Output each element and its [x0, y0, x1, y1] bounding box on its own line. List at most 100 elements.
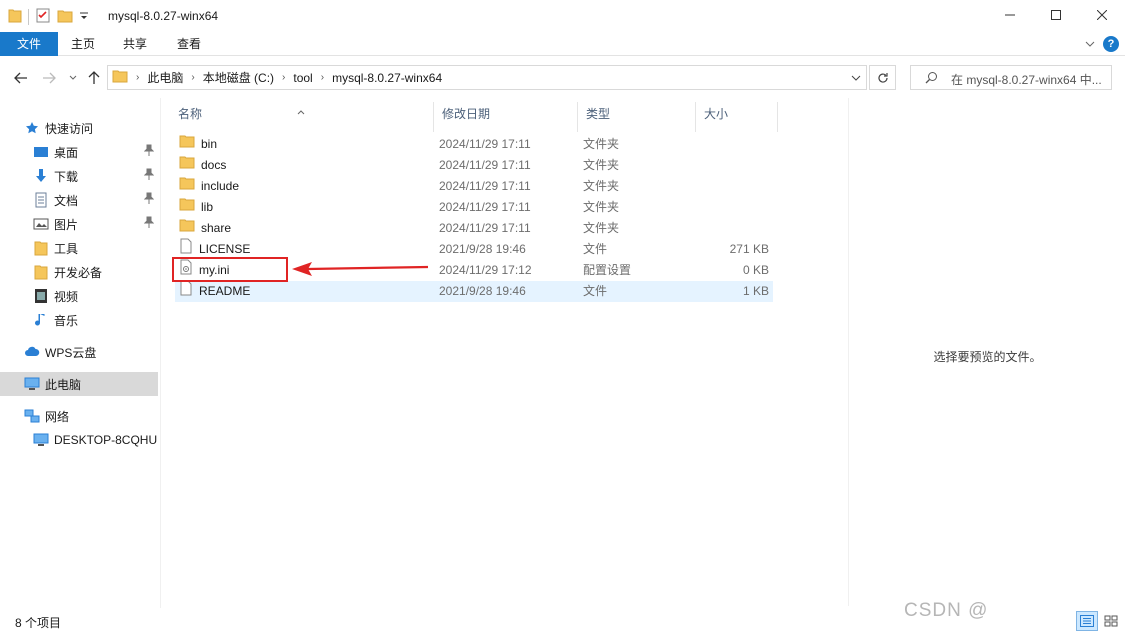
help-icon[interactable]: ? — [1103, 36, 1119, 52]
column-header-date[interactable]: 修改日期 — [434, 102, 578, 132]
properties-icon[interactable] — [35, 7, 51, 26]
nav-label: 音乐 — [54, 313, 79, 328]
table-row[interactable]: share 2024/11/29 17:11 文件夹 — [175, 218, 773, 239]
folder-icon — [179, 218, 195, 239]
chevron-right-icon: › — [191, 72, 195, 83]
breadcrumb-tool[interactable]: tool — [293, 71, 312, 85]
minimize-button[interactable] — [987, 0, 1033, 30]
file-name-cell: lib — [179, 197, 213, 218]
file-size: 1 KB — [742, 284, 769, 298]
nav-wps-cloud[interactable]: WPS云盘 — [0, 340, 158, 364]
recent-locations-button[interactable] — [64, 68, 82, 88]
arrow-right-icon — [43, 72, 56, 84]
column-header-name[interactable]: 名称 — [170, 102, 434, 132]
nav-desktop[interactable]: 桌面 — [0, 140, 158, 164]
chevron-right-icon: › — [136, 72, 140, 83]
nav-pictures[interactable]: 图片 — [0, 212, 158, 236]
folder-icon — [179, 197, 195, 218]
address-bar[interactable]: › 此电脑 › 本地磁盘 (C:) › tool › mysql-8.0.27-… — [107, 65, 867, 90]
column-header-size[interactable]: 大小 — [696, 102, 778, 132]
file-icon — [179, 280, 193, 303]
nav-this-pc[interactable]: 此电脑 — [0, 372, 158, 396]
table-row[interactable]: docs 2024/11/29 17:11 文件夹 — [175, 155, 773, 176]
file-date: 2024/11/29 17:11 — [439, 179, 531, 193]
tab-share[interactable]: 共享 — [112, 32, 158, 56]
refresh-button[interactable] — [869, 65, 896, 90]
address-dropdown-button[interactable] — [846, 66, 866, 89]
file-date: 2021/9/28 19:46 — [439, 284, 526, 298]
pin-icon[interactable] — [143, 144, 155, 159]
nav-dev-essentials[interactable]: 开发必备 — [0, 260, 158, 284]
folder-icon — [179, 176, 195, 197]
pin-icon[interactable] — [143, 192, 155, 207]
nav-documents[interactable]: 文档 — [0, 188, 158, 212]
search-box[interactable]: 在 mysql-8.0.27-winx64 中... — [910, 65, 1112, 90]
pane-divider[interactable] — [160, 98, 161, 608]
tab-home[interactable]: 主页 — [60, 32, 106, 56]
nav-label: 下载 — [54, 169, 79, 184]
new-folder-icon[interactable] — [57, 7, 73, 26]
file-size — [705, 134, 769, 155]
forward-button[interactable] — [40, 68, 58, 88]
file-name-cell: README — [179, 280, 251, 303]
file-name: README — [199, 284, 251, 298]
customize-qat-icon[interactable] — [79, 10, 89, 24]
tab-file[interactable]: 文件 — [0, 32, 58, 56]
search-placeholder: 在 mysql-8.0.27-winx64 中... — [951, 73, 1102, 87]
folder-icon — [112, 69, 128, 86]
breadcrumb-this-pc[interactable]: 此电脑 — [147, 69, 183, 86]
nav-label: DESKTOP-8CQHU — [54, 433, 158, 447]
details-view-button[interactable] — [1076, 611, 1098, 631]
nav-videos[interactable]: 视频 — [0, 284, 158, 308]
file-date: 2024/11/29 17:11 — [439, 221, 531, 235]
table-row[interactable]: lib 2024/11/29 17:11 文件夹 — [175, 197, 773, 218]
window-title: mysql-8.0.27-winx64 — [108, 9, 219, 23]
maximize-button[interactable] — [1033, 0, 1079, 30]
nav-quick-access[interactable]: 快速访问 — [0, 116, 158, 140]
pin-icon[interactable] — [143, 168, 155, 183]
maximize-icon — [1051, 10, 1061, 20]
preview-pane: 选择要预览的文件。 — [848, 98, 1125, 606]
column-header-type[interactable]: 类型 — [578, 102, 696, 132]
file-size: 0 KB — [742, 263, 769, 277]
breadcrumb-current[interactable]: mysql-8.0.27-winx64 — [332, 71, 442, 85]
nav-downloads[interactable]: 下载 — [0, 164, 158, 188]
picture-icon — [33, 216, 49, 232]
column-label: 大小 — [704, 107, 729, 121]
music-icon — [33, 312, 49, 328]
file-name-cell: docs — [179, 155, 226, 176]
details-view-icon — [1080, 615, 1094, 627]
large-icons-view-button[interactable] — [1100, 611, 1122, 631]
nav-desktop-host[interactable]: DESKTOP-8CQHU — [0, 428, 158, 452]
table-row[interactable]: include 2024/11/29 17:11 文件夹 — [175, 176, 773, 197]
ribbon-right: ? — [1085, 36, 1119, 52]
desktop-icon — [33, 144, 49, 160]
file-type: 配置设置 — [583, 263, 632, 277]
table-row[interactable]: bin 2024/11/29 17:11 文件夹 — [175, 134, 773, 155]
nav-tools[interactable]: 工具 — [0, 236, 158, 260]
navigation-pane: 快速访问 桌面 下载 文档 图片 工具 开发必备 视频 音乐 WPS云盘 此电脑… — [0, 98, 160, 606]
nav-music[interactable]: 音乐 — [0, 308, 158, 332]
breadcrumb-local-disk[interactable]: 本地磁盘 (C:) — [203, 69, 274, 86]
computer-icon — [24, 376, 40, 392]
nav-network[interactable]: 网络 — [0, 404, 158, 428]
file-name: docs — [201, 158, 227, 172]
back-button[interactable] — [12, 68, 30, 88]
expand-ribbon-icon[interactable] — [1085, 37, 1095, 51]
nav-label: WPS云盘 — [45, 345, 97, 360]
file-size — [705, 176, 769, 197]
chevron-down-icon — [69, 75, 77, 80]
pin-icon[interactable] — [143, 216, 155, 231]
tab-view[interactable]: 查看 — [166, 32, 212, 56]
up-button[interactable] — [85, 68, 103, 88]
nav-label: 图片 — [54, 217, 79, 232]
table-row[interactable]: README 2021/9/28 19:46 文件 1 KB — [175, 280, 773, 303]
chevron-right-icon: › — [282, 72, 286, 83]
network-icon — [24, 408, 40, 424]
folder-icon — [179, 155, 195, 176]
ribbon: 文件 主页 共享 查看 ? — [0, 32, 1125, 56]
nav-label: 此电脑 — [45, 377, 82, 392]
file-date: 2024/11/29 17:12 — [439, 263, 532, 277]
close-button[interactable] — [1079, 0, 1125, 30]
document-icon — [33, 192, 49, 208]
